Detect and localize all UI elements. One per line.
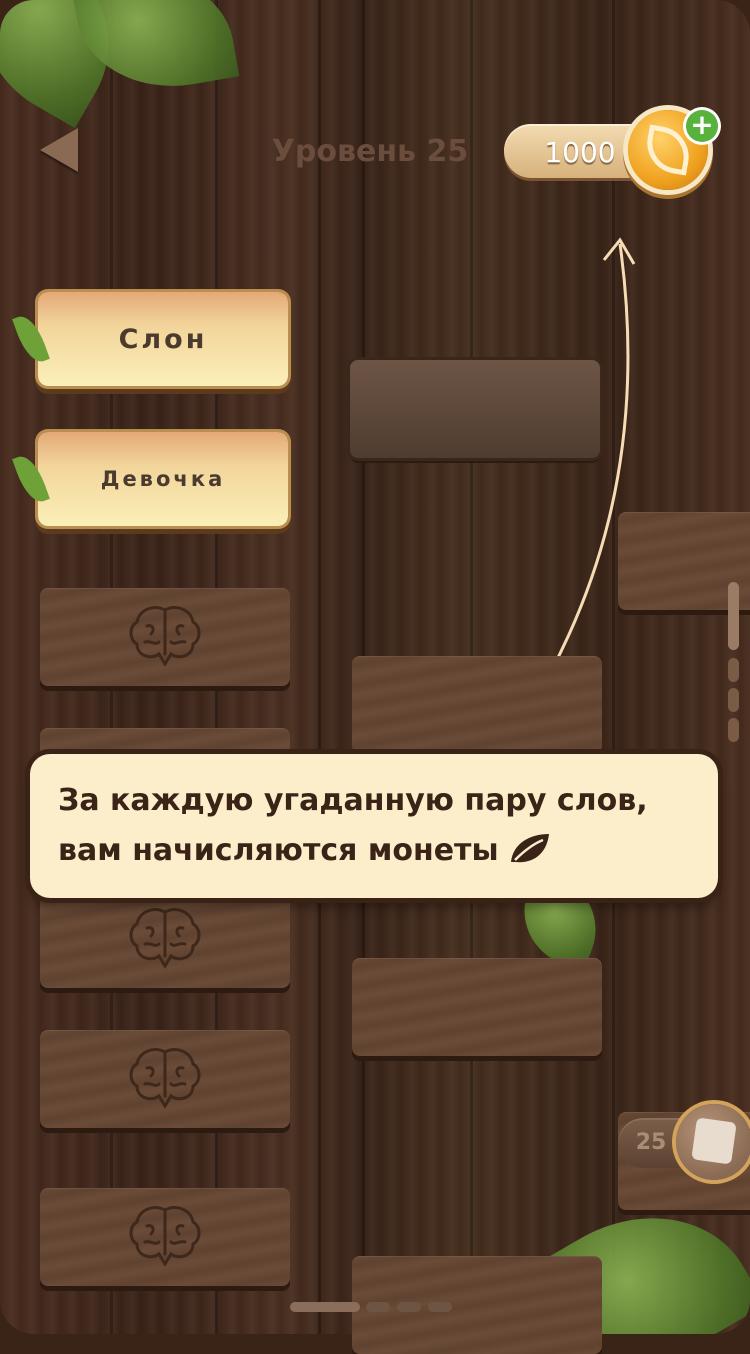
scroll-indicator[interactable]	[728, 718, 739, 742]
word-card[interactable]: Девочка	[12, 432, 288, 526]
word-card-label: Слон	[118, 323, 208, 355]
empty-answer-slot[interactable]	[350, 360, 600, 458]
coin-leaf-icon	[510, 834, 549, 863]
plank-seam	[318, 0, 321, 1334]
hidden-word-card[interactable]	[40, 890, 290, 988]
tutorial-message-text: За каждую угаданную пару слов, вам начис…	[58, 783, 648, 868]
hint-count: 25	[635, 1130, 667, 1155]
brain-icon	[129, 1206, 201, 1267]
tutorial-callout: За каждую угаданную пару слов, вам начис…	[30, 754, 718, 898]
page-indicator[interactable]	[397, 1302, 421, 1312]
back-button[interactable]	[40, 128, 78, 172]
tutorial-message: За каждую угаданную пару слов, вам начис…	[58, 776, 690, 876]
dice-icon[interactable]	[676, 1104, 750, 1180]
scroll-indicator-active[interactable]	[728, 582, 739, 650]
hidden-word-card[interactable]	[40, 1188, 290, 1286]
brain-icon	[129, 908, 201, 969]
page-indicator[interactable]	[366, 1302, 390, 1312]
page-indicator[interactable]	[428, 1302, 452, 1312]
brain-icon	[129, 1048, 201, 1109]
brain-icon	[129, 606, 201, 667]
answer-card[interactable]	[352, 656, 602, 754]
word-card[interactable]: Слон	[12, 292, 288, 386]
scroll-indicator[interactable]	[728, 688, 739, 712]
hidden-word-card[interactable]	[40, 1030, 290, 1128]
scroll-indicator[interactable]	[728, 658, 739, 682]
coin-count: 1000	[544, 136, 616, 169]
tutorial-arrow-icon	[526, 237, 636, 713]
answer-card[interactable]	[352, 958, 602, 1056]
level-title: Уровень 25	[271, 134, 469, 169]
add-coins-button[interactable]: +	[686, 110, 718, 142]
page-indicator-active[interactable]	[290, 1302, 360, 1312]
hidden-word-card[interactable]	[40, 588, 290, 686]
word-card-label: Девочка	[100, 467, 226, 491]
